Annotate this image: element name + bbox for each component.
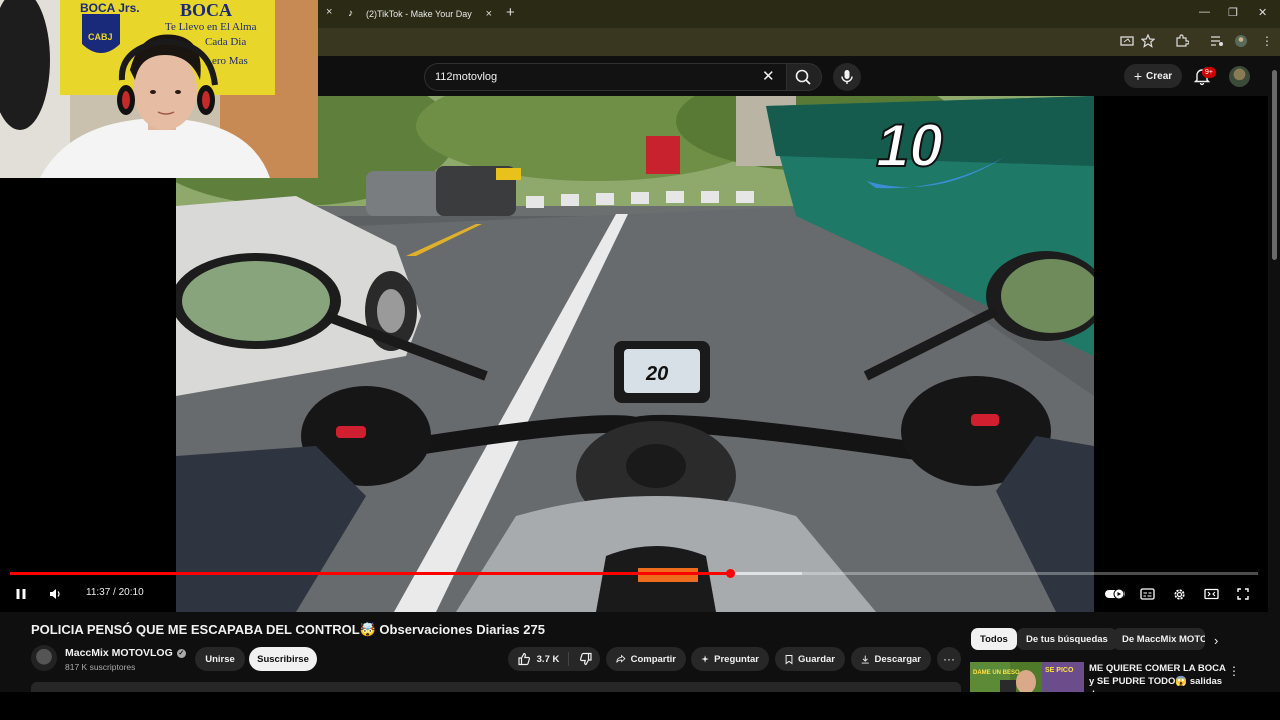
- join-label: Unirse: [205, 653, 235, 665]
- cast-icon[interactable]: [1120, 34, 1134, 48]
- tiktok-favicon-icon: ♪: [348, 8, 353, 19]
- restore-button[interactable]: ❐: [1228, 6, 1238, 19]
- sparkle-icon: [701, 655, 709, 663]
- gear-icon: [1174, 588, 1185, 600]
- chips-next-arrow-icon[interactable]: ›: [1214, 633, 1218, 648]
- extensions-puzzle-icon[interactable]: [1175, 34, 1189, 48]
- create-button[interactable]: + Crear: [1124, 64, 1182, 88]
- create-label: Crear: [1146, 70, 1173, 82]
- poster-line-5: ero Mas: [212, 55, 248, 67]
- subtitles-button[interactable]: [1140, 584, 1155, 604]
- dislike-button[interactable]: [572, 647, 600, 671]
- account-avatar[interactable]: [1229, 66, 1250, 87]
- bookmark-icon: [785, 654, 793, 664]
- subscribe-button[interactable]: Suscribirse: [249, 647, 317, 671]
- webcam-overlay: BOCA Jrs. BOCA Te Llevo en El Alma Cada …: [0, 0, 318, 178]
- description-box[interactable]: [31, 682, 961, 692]
- progress-played: [10, 572, 731, 575]
- more-dots-icon: ···: [943, 652, 955, 666]
- join-button[interactable]: Unirse: [195, 647, 245, 671]
- tab-close-icon[interactable]: ×: [486, 8, 492, 20]
- time-display: 11:37 / 20:10: [86, 587, 144, 598]
- poster-line-4: Cada Dia: [205, 36, 246, 48]
- chip-from-channel[interactable]: De MaccMix MOTO: [1113, 628, 1205, 650]
- recommendation-thumbnail-image: DAME UN BESO SE PICO: [970, 662, 1084, 692]
- poster-crest: CABJ: [88, 32, 113, 42]
- volume-button[interactable]: [48, 584, 62, 604]
- more-actions-button[interactable]: ···: [937, 647, 961, 671]
- share-button[interactable]: Compartir: [606, 647, 686, 671]
- settings-button[interactable]: [1172, 584, 1187, 604]
- thumb-text-1: DAME UN BESO: [973, 670, 1020, 676]
- share-label: Compartir: [630, 653, 676, 665]
- voice-search-button[interactable]: [833, 63, 861, 91]
- pause-icon: [16, 589, 26, 599]
- ask-button[interactable]: Preguntar: [691, 647, 769, 671]
- thumbs-up-icon: [518, 652, 530, 666]
- subscribe-label: Suscribirse: [257, 653, 309, 665]
- profile-avatar-icon[interactable]: [1234, 34, 1248, 48]
- subtitles-icon: [1140, 588, 1155, 600]
- verified-badge-icon: ✓: [176, 648, 186, 658]
- like-divider: [568, 652, 569, 666]
- tab-title: (2)TikTok - Make Your Day: [366, 9, 472, 19]
- channel-name[interactable]: MaccMix MOTOVLOG: [65, 647, 173, 659]
- channel-name-row[interactable]: MaccMix MOTOVLOG ✓: [65, 647, 186, 659]
- channel-avatar[interactable]: [31, 645, 57, 671]
- thumb-text-2: SE PICO: [1045, 667, 1074, 674]
- previous-tab-close-icon[interactable]: ×: [326, 6, 332, 18]
- pause-button[interactable]: [14, 584, 28, 604]
- recommendation-menu-icon[interactable]: ⋮: [1228, 664, 1240, 678]
- download-label: Descargar: [874, 653, 921, 665]
- theater-mode-button[interactable]: [1204, 584, 1219, 604]
- autoplay-toggle-icon: [1105, 588, 1125, 600]
- plus-icon: +: [1133, 68, 1143, 84]
- bottom-edge: [0, 692, 1280, 720]
- search-icon: [795, 69, 811, 85]
- browser-menu-icon[interactable]: ⋮: [1261, 34, 1273, 48]
- volume-icon: [50, 589, 60, 599]
- search-input[interactable]: 112motovlog: [424, 63, 786, 91]
- subscriber-count: 817 K suscriptores: [65, 662, 136, 672]
- bus-number: 10: [876, 112, 943, 179]
- video-title: POLICIA PENSÓ QUE ME ESCAPABA DEL CONTRO…: [31, 622, 545, 637]
- autoplay-toggle[interactable]: [1104, 584, 1126, 604]
- media-control-icon[interactable]: [1210, 34, 1224, 48]
- poster-line-3: Te Llevo en El Alma: [165, 21, 257, 33]
- chip-all[interactable]: Todos: [971, 628, 1017, 650]
- speedometer-reading: 20: [645, 363, 668, 385]
- save-button[interactable]: Guardar: [775, 647, 845, 671]
- tab-tiktok[interactable]: ♪ (2)TikTok - Make Your Day ×: [340, 2, 500, 26]
- like-button[interactable]: 3.7 K: [508, 647, 568, 671]
- minimize-button[interactable]: —: [1199, 6, 1210, 18]
- close-window-button[interactable]: ✕: [1258, 6, 1267, 19]
- download-button[interactable]: Descargar: [851, 647, 931, 671]
- scrollbar-thumb[interactable]: [1272, 70, 1277, 260]
- recommendation-thumbnail[interactable]: DAME UN BESO SE PICO: [970, 662, 1084, 692]
- download-icon: [861, 655, 869, 664]
- bookmark-star-icon[interactable]: [1141, 34, 1155, 48]
- share-arrow-icon: [616, 654, 626, 663]
- notification-badge: 9+: [1202, 67, 1216, 78]
- thumbs-down-icon: [579, 652, 592, 666]
- like-count: 3.7 K: [536, 653, 560, 665]
- theater-mode-icon: [1204, 588, 1219, 600]
- like-dislike-group: 3.7 K: [508, 647, 600, 671]
- clear-search-icon[interactable]: ✕: [762, 67, 775, 85]
- poster-line-1: BOCA Jrs.: [80, 1, 140, 15]
- save-label: Guardar: [798, 653, 835, 665]
- ask-label: Preguntar: [714, 653, 759, 665]
- screen: × ♪ (2)TikTok - Make Your Day × + — ❐ ✕ …: [0, 0, 1280, 720]
- new-tab-button[interactable]: +: [506, 4, 515, 21]
- streamer-webcam: BOCA Jrs. BOCA Te Llevo en El Alma Cada …: [0, 0, 318, 178]
- fullscreen-icon: [1237, 588, 1249, 600]
- poster-line-2: BOCA: [180, 0, 232, 20]
- search-button[interactable]: [786, 63, 822, 91]
- fullscreen-button[interactable]: [1236, 584, 1250, 604]
- chip-from-searches[interactable]: De tus búsquedas: [1017, 628, 1117, 650]
- microphone-icon: [841, 70, 853, 84]
